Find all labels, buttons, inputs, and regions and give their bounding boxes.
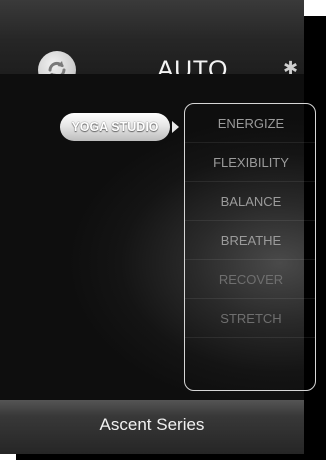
menu-item-recover[interactable]: RECOVER — [185, 260, 315, 299]
menu-item-stretch[interactable]: STRETCH — [185, 299, 315, 338]
program-selector-label: YOGA STUDIO — [71, 120, 159, 134]
triangle-right-icon — [172, 121, 179, 133]
menu-item-flexibility[interactable]: FLEXIBILITY — [185, 143, 315, 182]
program-selector[interactable]: YOGA STUDIO — [60, 113, 170, 141]
menu-item-balance[interactable]: BALANCE — [185, 182, 315, 221]
menu-item-breathe[interactable]: BREATHE — [185, 221, 315, 260]
menu-item-energize[interactable]: ENERGIZE — [185, 104, 315, 143]
submenu-panel: ENERGIZE FLEXIBILITY BALANCE BREATHE REC… — [184, 103, 316, 391]
series-label: Ascent Series — [99, 415, 205, 434]
